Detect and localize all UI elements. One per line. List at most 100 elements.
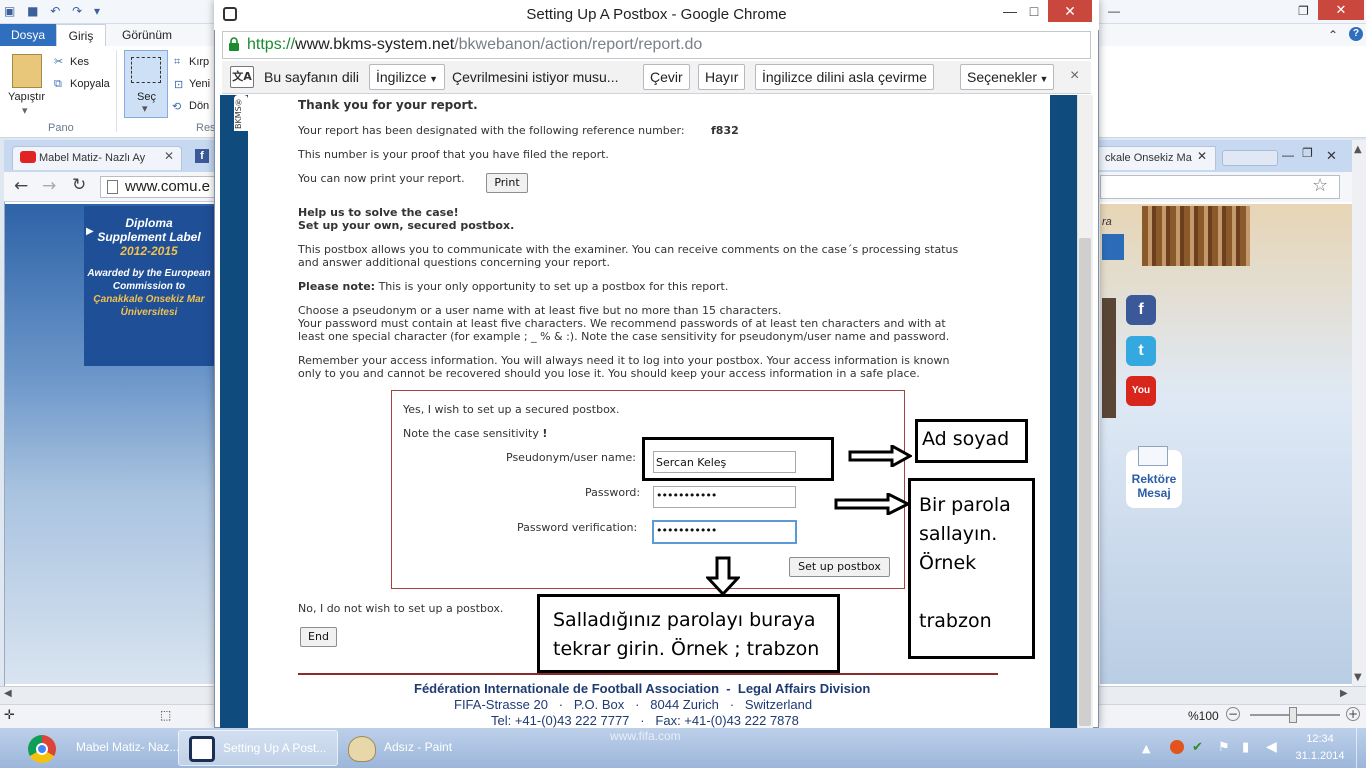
right-address-bar[interactable] [1100,175,1340,199]
star-icon[interactable]: ☆ [1312,175,1328,196]
minimize-icon[interactable]: — [998,0,1022,22]
paste-icon[interactable] [12,54,42,88]
username-highlight-box [642,437,834,481]
minimize-icon[interactable]: — [1108,4,1120,18]
scroll-up-icon[interactable]: ▲ [1354,144,1362,155]
popup-url-bar[interactable]: https://www.bkms-system.net/bkwebanon/ac… [222,31,1091,59]
password-verification-input[interactable]: ••••••••••• [652,520,797,544]
bkms-side-tab[interactable]: BKMS® [234,95,248,131]
network-icon[interactable]: ▮ [1242,740,1249,755]
remember-line1: Remember your access information. You wi… [298,354,950,367]
restore-icon[interactable]: ❐ [1298,4,1309,18]
forward-icon[interactable]: → [42,176,56,196]
scroll-down-icon[interactable]: ▼ [1354,672,1362,683]
paint-close-button[interactable]: ✕ [1318,0,1364,20]
twitter-icon[interactable]: t [1126,336,1156,366]
annotation-name: Ad soyad [915,419,1028,463]
reference-number: f832 [711,124,739,137]
close-tab-icon[interactable]: ✕ [164,149,174,163]
rektore-label: Rektöre [1131,472,1177,486]
set-up-postbox-button[interactable]: Set up postbox [789,557,890,577]
tray-app-icon[interactable] [1170,740,1184,754]
clock-time[interactable]: 12:34 [1298,733,1342,745]
password-input[interactable]: ••••••••••• [653,486,796,508]
left-browser-tab[interactable]: Mabel Matiz- Nazlı Ay [12,146,182,170]
close-tab-icon[interactable]: ✕ [1197,149,1207,163]
zoom-slider-thumb[interactable] [1289,707,1297,723]
close-translate-bar-icon[interactable]: × [1070,67,1079,85]
options-dropdown[interactable]: Seçenekler ▼ [960,64,1054,90]
close-window-icon[interactable]: ✕ [1326,148,1337,164]
paint-vertical-scrollbar[interactable] [1352,140,1366,686]
translate-question: Çevrilmesini istiyor musu... [452,69,619,85]
footer-city: 8044 Zurich [650,697,719,712]
zoom-out-icon[interactable]: − [1226,707,1240,721]
no-button[interactable]: Hayır [698,64,746,90]
minimize-icon[interactable]: — [1282,148,1294,162]
annotation-password-line1: Bir parola [919,494,1011,516]
url-domain: www.bkms-system.net [295,36,455,53]
footer-country: Switzerland [744,697,813,712]
rotate-button[interactable]: Dön [189,100,209,112]
paste-dropdown-icon[interactable]: ▾ [22,104,28,117]
rules-line1: Choose a pseudonym or a user name with a… [298,304,782,317]
banner-line2: Supplement Label [97,230,201,244]
popup-scrollbar-thumb[interactable] [1079,238,1091,726]
chevron-down-icon: ▼ [1037,74,1049,84]
clock-date[interactable]: 31.1.2014 [1294,750,1346,762]
new-tab-button[interactable] [1222,150,1278,166]
password-verification-label: Password verification: [517,521,638,534]
banner-line6: Üniversitesi [120,307,178,318]
ribbon-collapse-icon[interactable]: ⌃ [1328,28,1338,42]
language-select[interactable]: İngilizce ▼ [369,64,445,90]
arrow-down-icon [706,556,740,596]
volume-icon[interactable]: ◀ [1266,739,1277,755]
close-window-button[interactable]: ✕ [1048,0,1092,22]
print-button[interactable]: Print [486,173,528,193]
rules-line2: Your password must contain at least five… [298,317,946,330]
never-translate-button[interactable]: İngilizce dilini asla çevirme [755,64,934,90]
tray-overflow-icon[interactable]: ▲ [1142,742,1150,755]
tray-security-icon[interactable]: ✔ [1192,740,1203,755]
right-page-background [1100,204,1354,684]
note-text: This is your only opportunity to set up … [378,280,729,293]
footer-sep: - [726,681,731,696]
rules-line3: least one special character (for example… [298,330,950,343]
quick-access-icons[interactable]: ▣ ■ ↶ ↷ ▾ [4,4,104,18]
scroll-left-icon[interactable]: ◀ [4,688,12,699]
resize-button[interactable]: Yeni [189,78,210,90]
back-icon[interactable]: ← [14,176,28,196]
url-scheme: https:// [247,36,296,53]
paint-palette-icon [348,736,376,762]
tab-file[interactable]: Dosya [0,24,56,46]
footer-web-link[interactable]: www.fifa.com [610,729,681,743]
scroll-right-icon[interactable]: ▶ [1340,688,1348,699]
show-desktop-button[interactable] [1356,728,1366,768]
tab-view[interactable]: Görünüm [112,24,182,46]
right-side-text: ra [1102,216,1112,228]
reload-icon[interactable]: ↻ [72,175,86,195]
youtube-icon[interactable]: You [1126,376,1156,406]
tray-flag-icon[interactable]: ⚑ [1218,740,1230,755]
cut-button[interactable]: Kes [70,56,89,68]
banner-line1: Diploma [125,216,173,230]
restore-icon[interactable]: ❐ [1302,146,1313,160]
arrow-right-icon [848,445,912,467]
postbox-icon [189,736,215,762]
crop-button[interactable]: Kırp [189,56,209,68]
paste-button[interactable]: Yapıştır [8,91,45,103]
remember-line2: only to you and cannot be recovered shou… [298,367,920,380]
footer-org-name: Fédération Internationale de Football As… [414,681,720,696]
select-dropdown-icon[interactable]: ▾ [142,102,148,115]
help-icon[interactable]: ? [1349,27,1363,41]
copy-button[interactable]: Kopyala [70,78,110,90]
tab-home[interactable]: Giriş [56,24,106,46]
zoom-in-icon[interactable]: + [1346,707,1360,721]
maximize-icon[interactable]: □ [1022,0,1046,22]
facebook-icon[interactable]: f [1126,295,1156,325]
facebook-tab-icon[interactable]: f [195,149,209,163]
diploma-supplement-banner[interactable]: Diploma Supplement Label 2012-2015 Award… [84,206,214,366]
translate-button[interactable]: Çevir [643,64,690,90]
end-button[interactable]: End [300,627,337,647]
lock-icon [229,37,239,51]
